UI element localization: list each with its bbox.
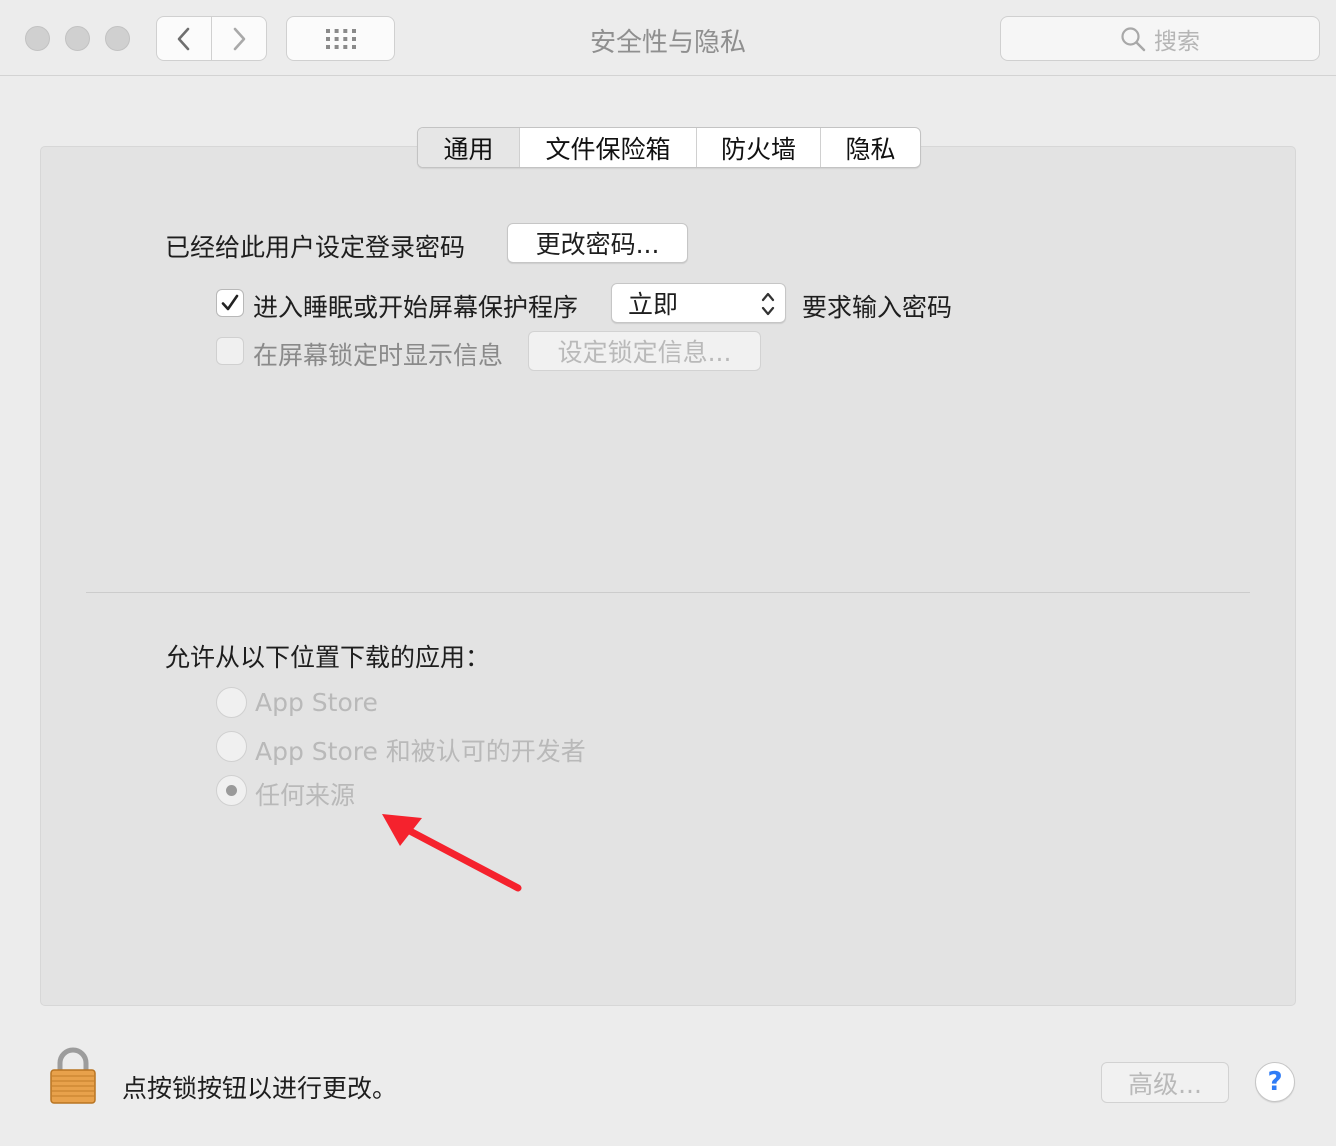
general-tab-panel bbox=[40, 146, 1296, 1006]
tab-general[interactable]: 通用 bbox=[418, 128, 519, 167]
show-lock-message-checkbox[interactable] bbox=[216, 337, 244, 365]
tab-firewall[interactable]: 防火墙 bbox=[696, 128, 820, 167]
minimize-window-button[interactable] bbox=[65, 26, 90, 51]
help-button[interactable]: ? bbox=[1255, 1062, 1295, 1102]
advanced-button[interactable]: 高级... bbox=[1101, 1062, 1229, 1103]
search-placeholder: 搜索 bbox=[1154, 28, 1200, 55]
radio-anywhere-label: 任何来源 bbox=[255, 781, 356, 810]
show-lock-message-label: 在屏幕锁定时显示信息 bbox=[253, 341, 504, 370]
login-password-label: 已经给此用户设定登录密码 bbox=[165, 233, 466, 262]
radio-app-store[interactable] bbox=[216, 687, 247, 718]
close-window-button[interactable] bbox=[25, 26, 50, 51]
tab-filevault[interactable]: 文件保险箱 bbox=[519, 128, 696, 167]
require-password-label: 进入睡眠或开始屏幕保护程序 bbox=[253, 293, 579, 322]
search-icon bbox=[1121, 26, 1146, 51]
title-bar: 安全性与隐私 搜索 bbox=[0, 0, 1336, 76]
chevron-left-icon bbox=[177, 27, 190, 50]
chevron-right-icon bbox=[233, 27, 246, 50]
forward-button[interactable] bbox=[211, 17, 266, 60]
tab-privacy[interactable]: 隐私 bbox=[820, 128, 920, 167]
radio-selected-dot bbox=[226, 785, 237, 796]
radio-app-store-identified[interactable] bbox=[216, 731, 247, 762]
checkmark-icon bbox=[221, 294, 239, 311]
radio-app-store-label: App Store bbox=[255, 688, 378, 717]
grid-icon bbox=[325, 28, 356, 49]
select-value: 立即 bbox=[628, 290, 679, 319]
require-password-delay-select[interactable]: 立即 bbox=[611, 283, 786, 323]
tab-bar: 通用 文件保险箱 防火墙 隐私 bbox=[417, 127, 921, 168]
lock-hint-text: 点按锁按钮以进行更改。 bbox=[122, 1074, 398, 1103]
show-all-button[interactable] bbox=[286, 16, 395, 61]
change-password-button[interactable]: 更改密码... bbox=[507, 223, 688, 263]
require-password-suffix: 要求输入密码 bbox=[802, 293, 953, 322]
navigation-buttons bbox=[156, 16, 267, 61]
lock-icon[interactable] bbox=[48, 1046, 98, 1106]
set-lock-message-button[interactable]: 设定锁定信息... bbox=[528, 331, 761, 371]
radio-app-store-identified-label: App Store 和被认可的开发者 bbox=[255, 737, 586, 766]
section-divider bbox=[86, 592, 1250, 593]
window-title: 安全性与隐私 bbox=[589, 28, 746, 58]
require-password-checkbox[interactable] bbox=[216, 289, 244, 317]
chevron-updown-icon bbox=[761, 292, 775, 316]
back-button[interactable] bbox=[157, 17, 211, 60]
search-field[interactable]: 搜索 bbox=[1000, 16, 1320, 61]
zoom-window-button[interactable] bbox=[105, 26, 130, 51]
radio-anywhere[interactable] bbox=[216, 775, 247, 806]
annotation-arrow-icon bbox=[382, 814, 522, 892]
download-sources-heading: 允许从以下位置下载的应用： bbox=[165, 643, 491, 672]
